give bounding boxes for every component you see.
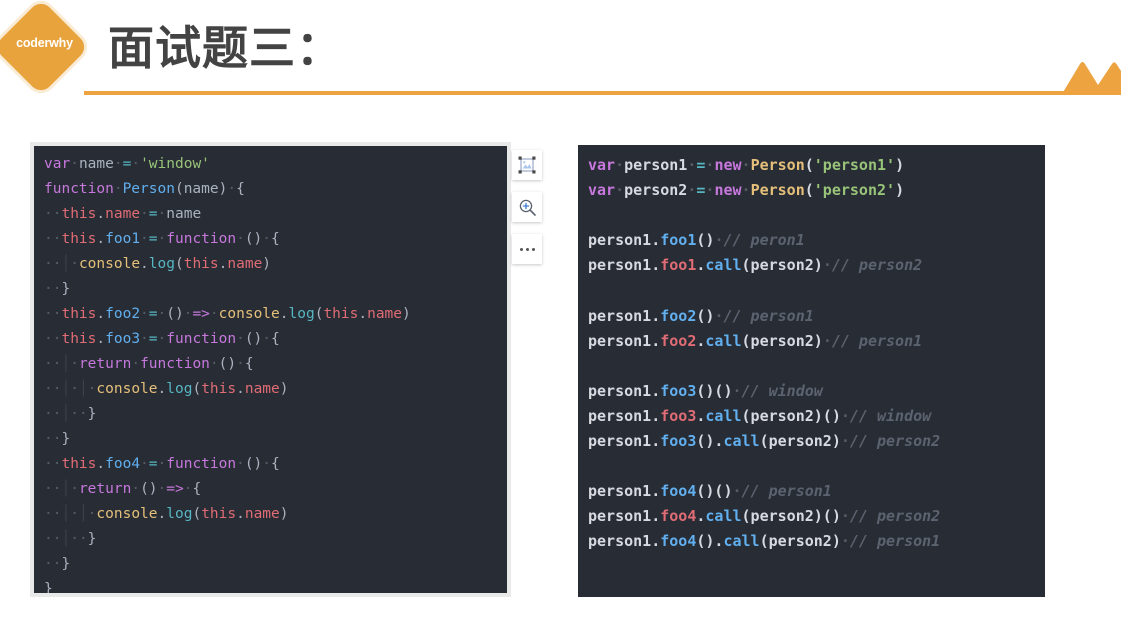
code-line: ··this.foo3·=·function·()·{ bbox=[44, 331, 280, 347]
code-line: person1.foo3.call(person2)()·// window bbox=[588, 406, 932, 425]
floating-toolbar[interactable] bbox=[512, 150, 546, 276]
header-divider bbox=[84, 91, 1121, 95]
code-line: person1.foo4().call(person2)·// person1 bbox=[588, 532, 941, 551]
code-line: person1.foo4()()·// person1 bbox=[588, 482, 832, 501]
code-line: person1.foo2()·// person1 bbox=[588, 306, 814, 325]
slide-header: coderwhy 面试题三： bbox=[0, 0, 1121, 112]
zoom-in-icon bbox=[519, 199, 536, 216]
code-line: ··this.foo1·=·function·()·{ bbox=[44, 231, 280, 247]
more-options-button[interactable] bbox=[512, 234, 542, 264]
code-line: ··│·return·function·()·{ bbox=[44, 356, 254, 372]
zoom-in-button[interactable] bbox=[512, 192, 542, 222]
more-options-icon bbox=[519, 247, 535, 251]
code-line: ··} bbox=[44, 556, 71, 572]
code-line: var·name·=·'window' bbox=[44, 156, 210, 172]
code-line: } bbox=[44, 581, 53, 597]
image-crop-icon bbox=[518, 156, 536, 174]
code-line: person1.foo4.call(person2)()·// person2 bbox=[588, 507, 941, 526]
code-line: ··} bbox=[44, 431, 71, 447]
code-line: ··│·│·console.log(this.name) bbox=[44, 381, 289, 397]
code-line: ··│··} bbox=[44, 531, 97, 547]
code-line: ··│·console.log(this.name) bbox=[44, 256, 272, 272]
code-line: var·person2·=·new·Person('person2') bbox=[588, 181, 905, 200]
code-line: ··│·return·()·=>·{ bbox=[44, 481, 202, 497]
code-line: ··this.foo4·=·function·()·{ bbox=[44, 456, 280, 472]
mountain-peaks-icon bbox=[1040, 62, 1121, 94]
code-line: person1.foo1.call(person2)·// person2 bbox=[588, 256, 923, 275]
code-line: ··this.name·=·name bbox=[44, 206, 202, 222]
code-line: person1.foo1()·// peron1 bbox=[588, 231, 805, 250]
code-line: ··│·│·console.log(this.name) bbox=[44, 506, 289, 522]
code-block-left: var·name·=·'window' function·Person(name… bbox=[30, 142, 511, 597]
code-line: var·person1·=·new·Person('person1') bbox=[588, 156, 905, 174]
code-block-right: var·person1·=·new·Person('person1') var·… bbox=[578, 145, 1045, 597]
code-line: ··│··} bbox=[44, 406, 97, 422]
code-line: function·Person(name)·{ bbox=[44, 181, 245, 197]
image-crop-button[interactable] bbox=[512, 150, 542, 180]
code-line: person1.foo3()()·// window bbox=[588, 381, 823, 400]
code-line: ··this.foo2·=·()·=>·console.log(this.nam… bbox=[44, 306, 411, 322]
code-line: person1.foo3().call(person2)·// person2 bbox=[588, 432, 941, 451]
code-line: ··} bbox=[44, 281, 71, 297]
page-title: 面试题三： bbox=[108, 21, 343, 75]
code-line: person1.foo2.call(person2)·// person1 bbox=[588, 331, 923, 350]
logo-label: coderwhy bbox=[16, 36, 73, 50]
